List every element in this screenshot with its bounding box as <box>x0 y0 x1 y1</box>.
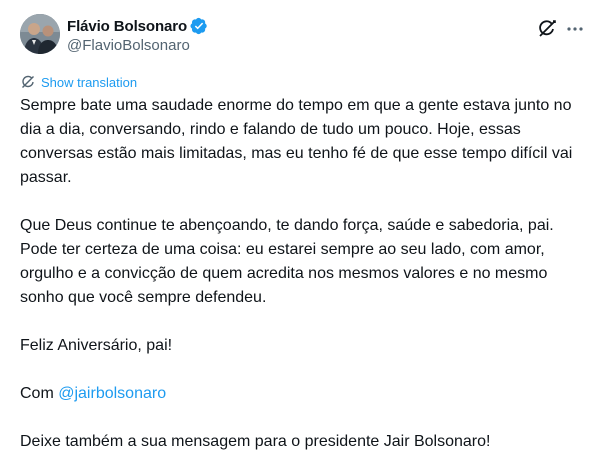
post-paragraph-1: Sempre bate uma saudade enorme do tempo … <box>20 97 573 186</box>
author-display-name[interactable]: Flávio Bolsonaro <box>67 18 187 35</box>
post-paragraph-4: Com @jairbolsonaro <box>20 382 580 406</box>
post-text: Sempre bate uma saudade enorme do tempo … <box>20 94 580 454</box>
grok-icon[interactable] <box>536 18 558 40</box>
translate-icon <box>20 74 36 90</box>
show-translation-label[interactable]: Show translation <box>41 75 137 90</box>
show-translation-link[interactable]: Show translation <box>20 74 137 90</box>
post-paragraph-2: Que Deus continue te abençoando, te dand… <box>20 217 554 306</box>
more-horizontal-icon[interactable] <box>564 18 586 40</box>
post-paragraph-5: Deixe também a sua mensagem para o presi… <box>20 433 491 450</box>
post-paragraph-3: Feliz Aniversário, pai! <box>20 337 173 354</box>
verified-badge-icon[interactable] <box>190 17 208 35</box>
avatar-image <box>20 14 60 54</box>
author-handle[interactable]: @FlavioBolsonaro <box>67 37 208 54</box>
avatar[interactable] <box>20 14 60 54</box>
mention-prefix: Com <box>20 385 59 402</box>
author-names: Flávio Bolsonaro @FlavioBolsonaro <box>67 16 208 54</box>
mention-link[interactable]: @jairbolsonaro <box>58 385 166 402</box>
post-header: Flávio Bolsonaro @FlavioBolsonaro <box>20 14 586 58</box>
